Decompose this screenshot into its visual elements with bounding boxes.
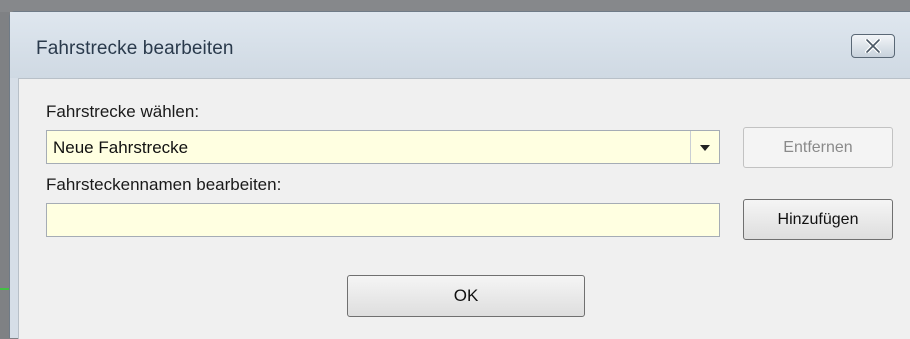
dialog-window: Fahrstrecke bearbeiten Fahrstrecke wähle… — [9, 11, 910, 339]
dialog-title: Fahrstrecke bearbeiten — [36, 38, 234, 59]
dialog-content: Fahrstrecke wählen: Neue Fahrstrecke Ent… — [18, 78, 910, 339]
ok-button[interactable]: OK — [347, 275, 585, 317]
route-name-label: Fahrsteckennamen bearbeiten: — [46, 175, 282, 194]
route-select-label: Fahrstrecke wählen: — [46, 102, 200, 121]
route-select-value: Neue Fahrstrecke — [53, 138, 189, 157]
dropdown-button[interactable] — [690, 131, 719, 163]
add-button[interactable]: Hinzufügen — [743, 199, 893, 240]
remove-button[interactable]: Entfernen — [743, 127, 893, 168]
title-bar[interactable]: Fahrstrecke bearbeiten — [10, 12, 910, 78]
route-select-dropdown[interactable]: Neue Fahrstrecke — [46, 130, 720, 164]
close-button[interactable] — [851, 34, 895, 58]
chevron-down-icon — [700, 138, 710, 156]
close-icon — [865, 39, 881, 53]
route-name-input[interactable] — [46, 203, 720, 237]
